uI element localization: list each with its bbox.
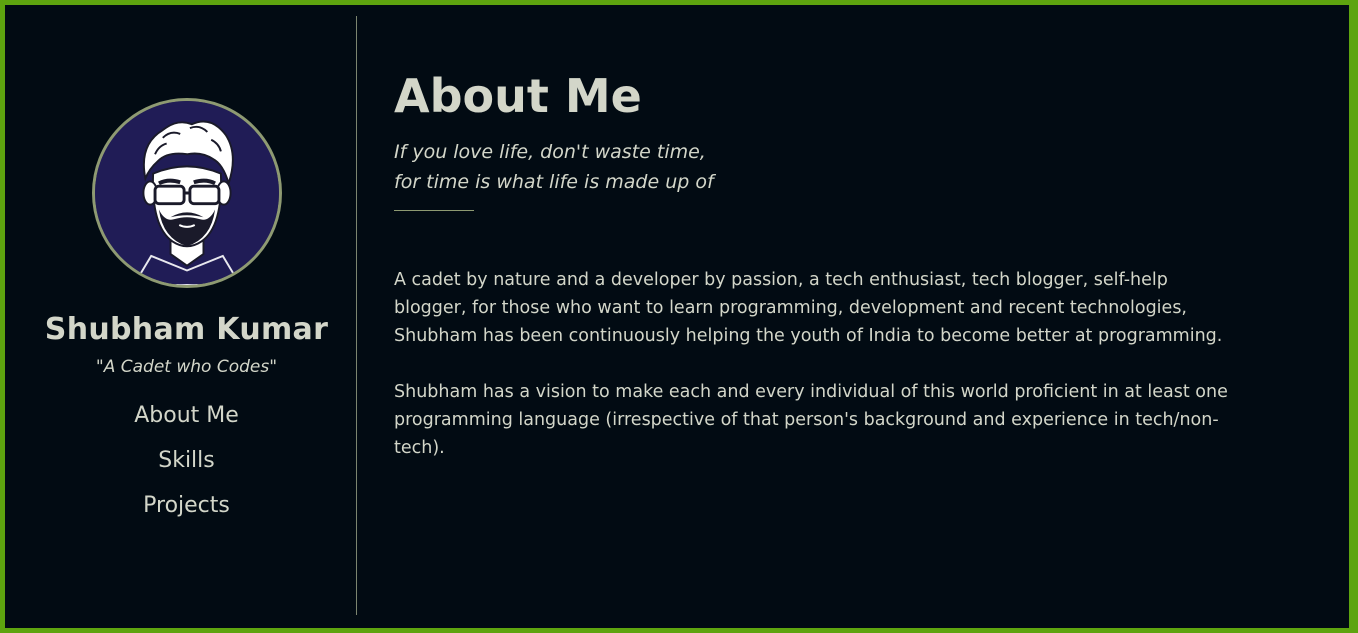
sidebar: Shubham Kumar "A Cadet who Codes" About …	[5, 5, 356, 628]
profile-avatar	[92, 98, 282, 288]
page-frame: Shubham Kumar "A Cadet who Codes" About …	[5, 5, 1349, 628]
page-title: About Me	[394, 69, 642, 123]
profile-name: Shubham Kumar	[44, 312, 329, 347]
nav-item-projects: Projects	[5, 493, 368, 538]
sidebar-nav: About Me Skills Projects	[5, 403, 368, 538]
nav-link-skills[interactable]: Skills	[158, 448, 215, 473]
nav-link-projects[interactable]: Projects	[143, 493, 230, 518]
about-paragraph-1: A cadet by nature and a developer by pas…	[394, 270, 1223, 346]
vertical-divider	[356, 16, 357, 615]
quote-underline	[394, 210, 474, 211]
quote-line-2: for time is what life is made up of	[394, 171, 714, 193]
quote: If you love life, don't waste time, for …	[394, 137, 714, 197]
nav-link-about-me[interactable]: About Me	[134, 403, 239, 428]
main-content: About Me If you love life, don't waste t…	[394, 5, 1324, 628]
about-paragraph-2: Shubham has a vision to make each and ev…	[394, 382, 1228, 458]
nav-item-about-me: About Me	[5, 403, 368, 448]
profile-tagline: "A Cadet who Codes"	[95, 357, 278, 377]
bearded-man-glasses-avatar-icon	[95, 101, 279, 285]
quote-line-1: If you love life, don't waste time,	[394, 141, 706, 163]
nav-item-skills: Skills	[5, 448, 368, 493]
